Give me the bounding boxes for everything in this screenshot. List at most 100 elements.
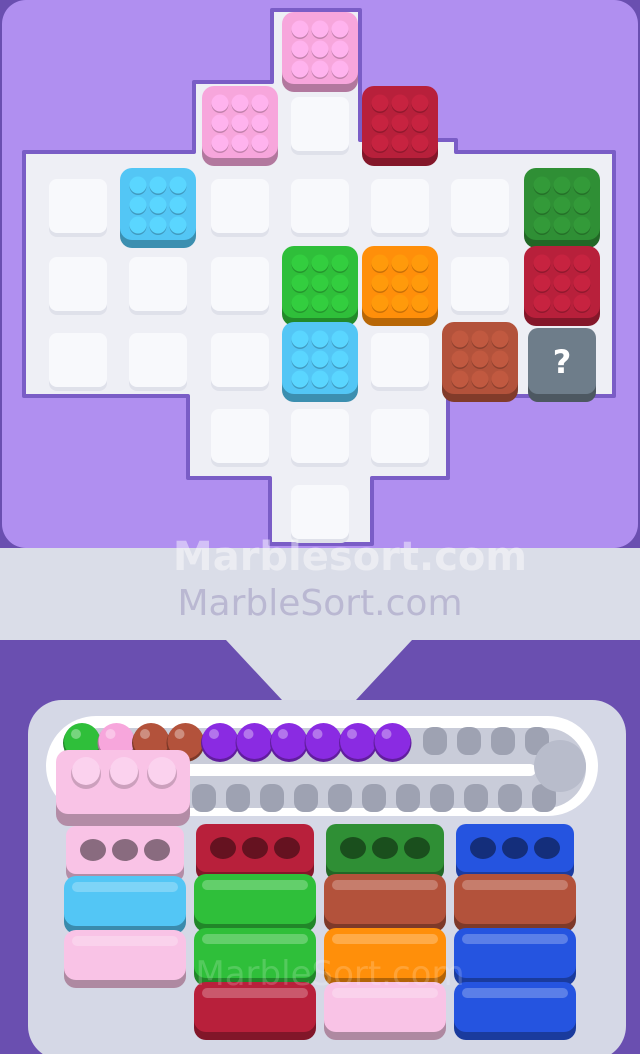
block-bump: [149, 196, 167, 214]
empty-slot[interactable]: [129, 257, 187, 311]
block-bump: [311, 274, 329, 292]
empty-slot[interactable]: [49, 257, 107, 311]
conveyor-empty-slot: [457, 727, 481, 755]
block-bump: [391, 134, 409, 152]
block-bump: [169, 216, 187, 234]
conveyor-empty-slot: [328, 784, 352, 812]
watermark-secondary: MarbleSort.com: [177, 583, 462, 624]
block-bump: [553, 274, 571, 292]
container-hole: [112, 839, 138, 861]
block-bump: [573, 176, 591, 194]
sort-column-3[interactable]: [324, 824, 446, 1040]
mystery-block[interactable]: ?: [528, 328, 596, 402]
block-bump: [149, 216, 167, 234]
active-container[interactable]: [56, 750, 190, 826]
block-bump: [311, 254, 329, 272]
block-bump: [371, 294, 389, 312]
color-block-red[interactable]: [524, 246, 600, 326]
block-bump: [291, 330, 309, 348]
block-bump: [291, 274, 309, 292]
block-bump: [553, 216, 571, 234]
conveyor-divider: [180, 764, 536, 776]
block-bump: [291, 254, 309, 272]
conveyor-empty-slot: [423, 727, 447, 755]
block-bump: [331, 274, 349, 292]
block-bump: [553, 294, 571, 312]
empty-slot[interactable]: [291, 179, 349, 233]
color-block-orange[interactable]: [362, 246, 438, 326]
empty-slot[interactable]: [291, 409, 349, 463]
game-scene: ? Marblesort.com MarbleSort.com MarbleSo…: [0, 0, 640, 1054]
marble-shine: [347, 729, 357, 739]
block-bump: [311, 60, 329, 78]
block-bump: [491, 350, 509, 368]
block-bump: [291, 370, 309, 388]
empty-slot[interactable]: [211, 179, 269, 233]
sort-column-1[interactable]: [64, 826, 186, 988]
block-bump: [451, 370, 469, 388]
sort-column-4[interactable]: [454, 824, 576, 1040]
empty-slot[interactable]: [211, 409, 269, 463]
block-bump: [411, 134, 429, 152]
block-bump: [331, 40, 349, 58]
color-block-blue[interactable]: [120, 168, 196, 248]
empty-slot[interactable]: [371, 333, 429, 387]
conveyor-empty-slot: [192, 784, 216, 812]
container-hole: [502, 837, 528, 859]
empty-slot[interactable]: [211, 333, 269, 387]
color-block-brown[interactable]: [442, 322, 518, 402]
block-bump: [553, 254, 571, 272]
active-container-group: [56, 750, 190, 826]
block-bump: [129, 176, 147, 194]
block-bump: [491, 370, 509, 388]
container-hole: [470, 837, 496, 859]
empty-slot[interactable]: [49, 333, 107, 387]
color-block-green[interactable]: [282, 246, 358, 326]
empty-slot[interactable]: [211, 257, 269, 311]
empty-slot[interactable]: [451, 179, 509, 233]
marble-purple: [374, 723, 411, 759]
container-hole: [404, 837, 430, 859]
marble-shine: [105, 729, 116, 739]
block-bump: [411, 274, 429, 292]
empty-slot[interactable]: [291, 485, 349, 539]
container-hole: [534, 837, 560, 859]
conveyor-turn: [534, 740, 586, 792]
block-bump: [471, 350, 489, 368]
block-bump: [391, 274, 409, 292]
conveyor-empty-slot: [464, 784, 488, 812]
watermark-primary: Marblesort.com: [173, 534, 527, 580]
container-hole: [242, 837, 268, 859]
block-bump: [291, 60, 309, 78]
marble-purple: [236, 723, 273, 759]
color-block-red[interactable]: [362, 86, 438, 166]
conveyor-empty-slot: [260, 784, 284, 812]
block-bump: [451, 350, 469, 368]
color-block-dark-green[interactable]: [524, 168, 600, 248]
marble-shine: [381, 729, 392, 739]
block-bump: [491, 330, 509, 348]
color-block-pink[interactable]: [202, 86, 278, 166]
block-bump: [573, 294, 591, 312]
empty-slot[interactable]: [371, 179, 429, 233]
marble-purple: [271, 723, 307, 759]
color-block-blue[interactable]: [282, 322, 358, 402]
block-bump: [211, 114, 229, 132]
block-bump: [149, 176, 167, 194]
block-bump: [553, 176, 571, 194]
empty-slot[interactable]: [371, 409, 429, 463]
block-bump: [231, 134, 249, 152]
watermark-tertiary: MarbleSort.com: [195, 954, 464, 994]
empty-slot[interactable]: [451, 257, 509, 311]
sort-column-2[interactable]: [194, 824, 316, 1040]
block-bump: [311, 294, 329, 312]
conveyor-empty-slot: [294, 784, 318, 812]
empty-slot[interactable]: [129, 333, 187, 387]
block-bump: [331, 294, 349, 312]
container-ball: [148, 757, 176, 785]
color-block-pink[interactable]: [282, 12, 358, 92]
empty-slot[interactable]: [49, 179, 107, 233]
block-bump: [211, 134, 229, 152]
empty-slot[interactable]: [291, 97, 349, 151]
container-ball: [72, 757, 100, 785]
